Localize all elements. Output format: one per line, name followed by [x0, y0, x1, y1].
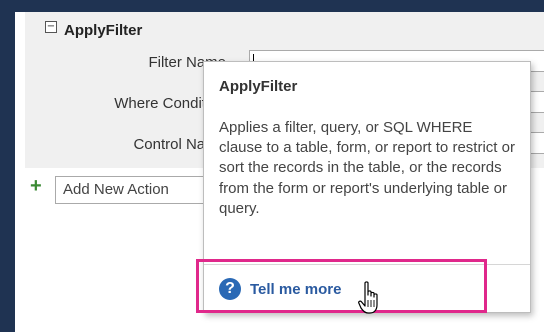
- control-name-label: Control Name: [133, 136, 226, 153]
- tooltip-title: ApplyFilter: [219, 78, 298, 95]
- action-title: ApplyFilter: [64, 22, 143, 39]
- tooltip-description: Applies a filter, query, or SQL WHERE cl…: [219, 119, 515, 217]
- plus-icon[interactable]: +: [30, 175, 42, 198]
- collapse-toggle[interactable]: −: [45, 21, 57, 33]
- filter-name-label: Filter Name: [148, 54, 226, 71]
- highlight-box: [196, 259, 487, 313]
- where-condition-label: Where Condition: [114, 95, 226, 112]
- hand-cursor-icon: [358, 281, 378, 314]
